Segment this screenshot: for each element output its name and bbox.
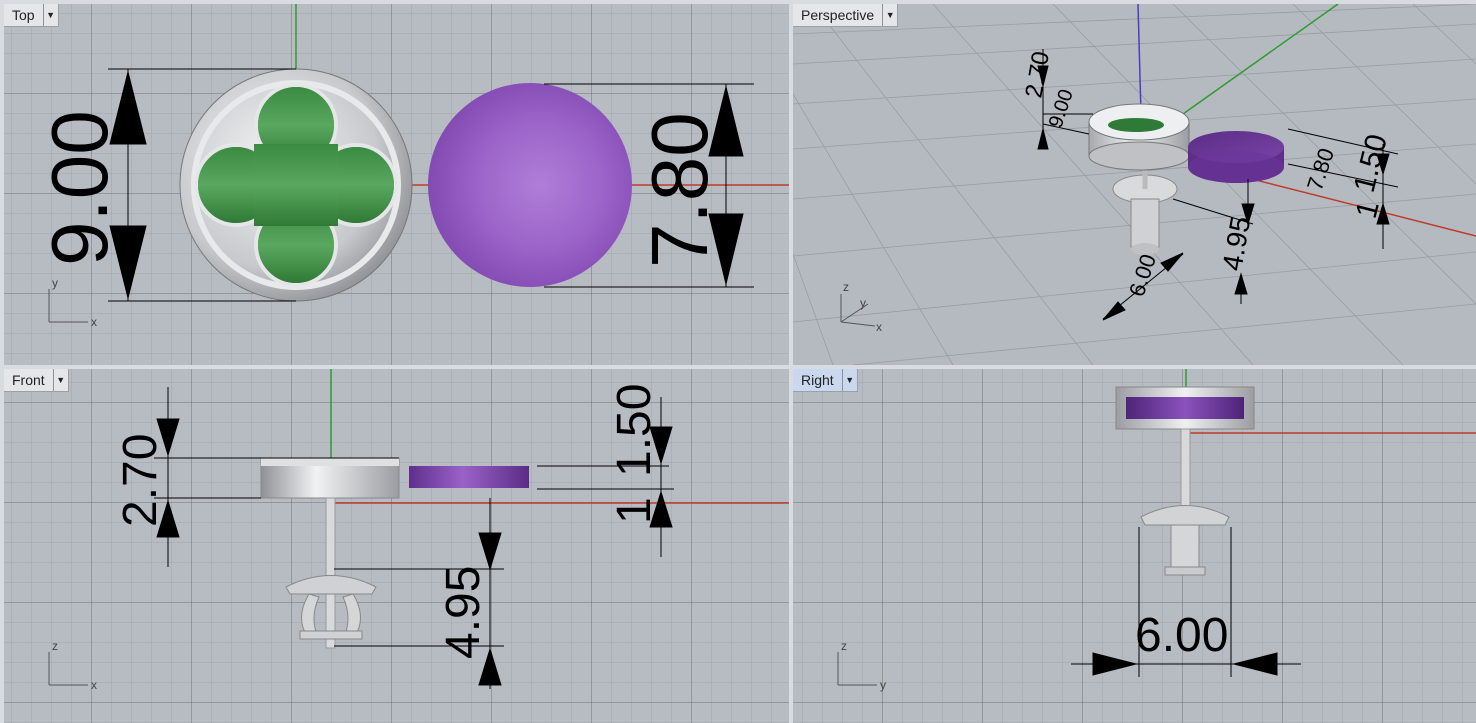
dim-label-front-stone: 1.50 [608,384,661,477]
dim-label-stone: 7.80 [635,112,724,268]
dim-label-persp-post: 4.95 [1216,214,1256,273]
dim-label-persp-back: 6.00 [1124,251,1161,299]
axis-label-y: y [860,296,866,310]
chevron-down-icon[interactable]: ▼ [841,369,857,391]
viewport-tab-perspective[interactable]: Perspective ▼ [793,4,899,27]
axis-label-x: x [876,320,882,334]
dim-label-persp-offset: 1 [1350,198,1386,222]
gem-persp [1188,131,1284,183]
viewport-tab-top[interactable]: Top ▼ [4,4,59,27]
post-front [325,497,336,649]
dim-label-right-back: 6.00 [1135,609,1228,662]
viewport-front[interactable]: Front ▼ 2.70 1.50 1 4.95 z x [4,369,789,723]
right-view-scene: 6.00 z y [837,369,1476,692]
chevron-down-icon[interactable]: ▼ [52,369,68,391]
earring-back-right [1140,505,1230,576]
dim-label-outer: 9.00 [35,110,124,266]
setting-persp [1088,103,1190,171]
viewport-tab-right[interactable]: Right ▼ [793,369,858,392]
axis-label-v: y [52,276,58,290]
axis-indicator [840,294,876,327]
dim-label-persp-diameter: 9.00 [1045,87,1078,131]
viewport-perspective[interactable]: Perspective ▼ 2.70 9.00 7.80 1.50 1 4.95… [793,4,1476,365]
dim-label-persp-height: 2.70 [1020,49,1055,100]
front-dimensions [154,387,674,689]
z-axis-line [1137,4,1142,115]
viewport-title: Right [801,372,834,388]
chevron-down-icon[interactable]: ▼ [882,4,897,26]
axis-label-h: y [880,678,886,692]
axis-indicator [837,652,877,686]
front-view-scene: 2.70 1.50 1 4.95 z x [48,369,789,692]
y-axis-line [1182,4,1339,115]
axis-label-z: z [843,280,849,294]
gem-stone [428,83,632,287]
chevron-down-icon[interactable]: ▼ [42,4,58,26]
dim-label-front-setting: 2.70 [114,434,167,527]
viewport-title: Perspective [801,7,875,23]
perspective-scene: 2.70 9.00 7.80 1.50 1 4.95 6.00 z y x [793,4,1476,365]
dim-label-persp-stone: 7.80 [1302,145,1339,193]
viewport-title: Top [12,7,35,23]
gem-right [1126,397,1244,419]
viewport-title: Front [12,372,45,388]
axis-indicator [48,652,88,686]
viewport-top[interactable]: Top ▼ 9.00 7.80 y x [4,4,789,365]
viewport-right[interactable]: Right ▼ 6.00 z y [793,369,1476,723]
axis-indicator [48,289,88,323]
dim-label-front-post: 4.95 [437,566,490,659]
dim-label-persp-stone-height: 1.50 [1348,131,1394,196]
gem-front [409,466,529,488]
top-view-scene: 9.00 7.80 y x [35,4,789,329]
axis-label-h: x [91,678,97,692]
axis-label-v: z [841,639,847,653]
dim-label-front-offset: 1 [608,497,661,524]
viewport-tab-front[interactable]: Front ▼ [4,369,69,392]
axis-label-v: z [52,639,58,653]
axis-label-h: x [91,315,97,329]
